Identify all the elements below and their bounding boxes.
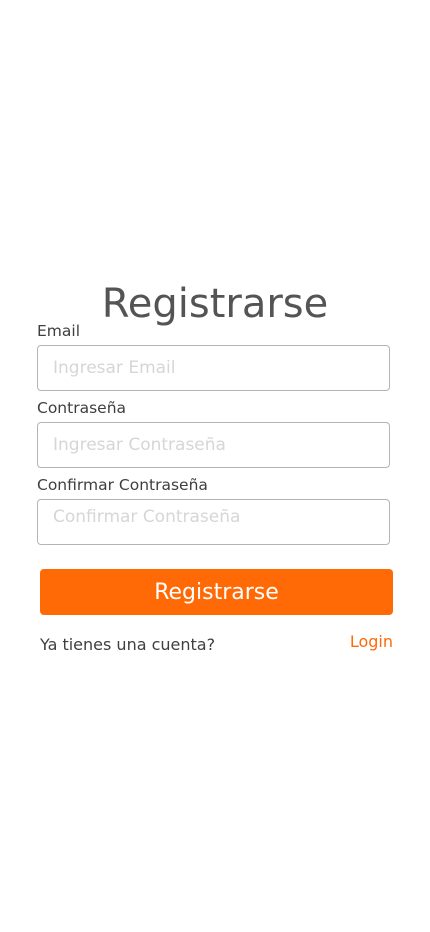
password-label: Contraseña [37,399,127,417]
password-field[interactable] [37,422,390,468]
have-account-text: Ya tienes una cuenta? [40,635,216,654]
login-link[interactable]: Login [350,632,393,652]
register-screen: Registrarse Email Contraseña Confirmar C… [0,0,430,932]
confirm-password-label: Confirmar Contraseña [37,476,208,494]
confirm-password-field[interactable] [37,499,390,545]
email-label: Email [37,322,81,340]
email-field[interactable] [37,345,390,391]
register-button[interactable]: Registrarse [40,569,393,615]
